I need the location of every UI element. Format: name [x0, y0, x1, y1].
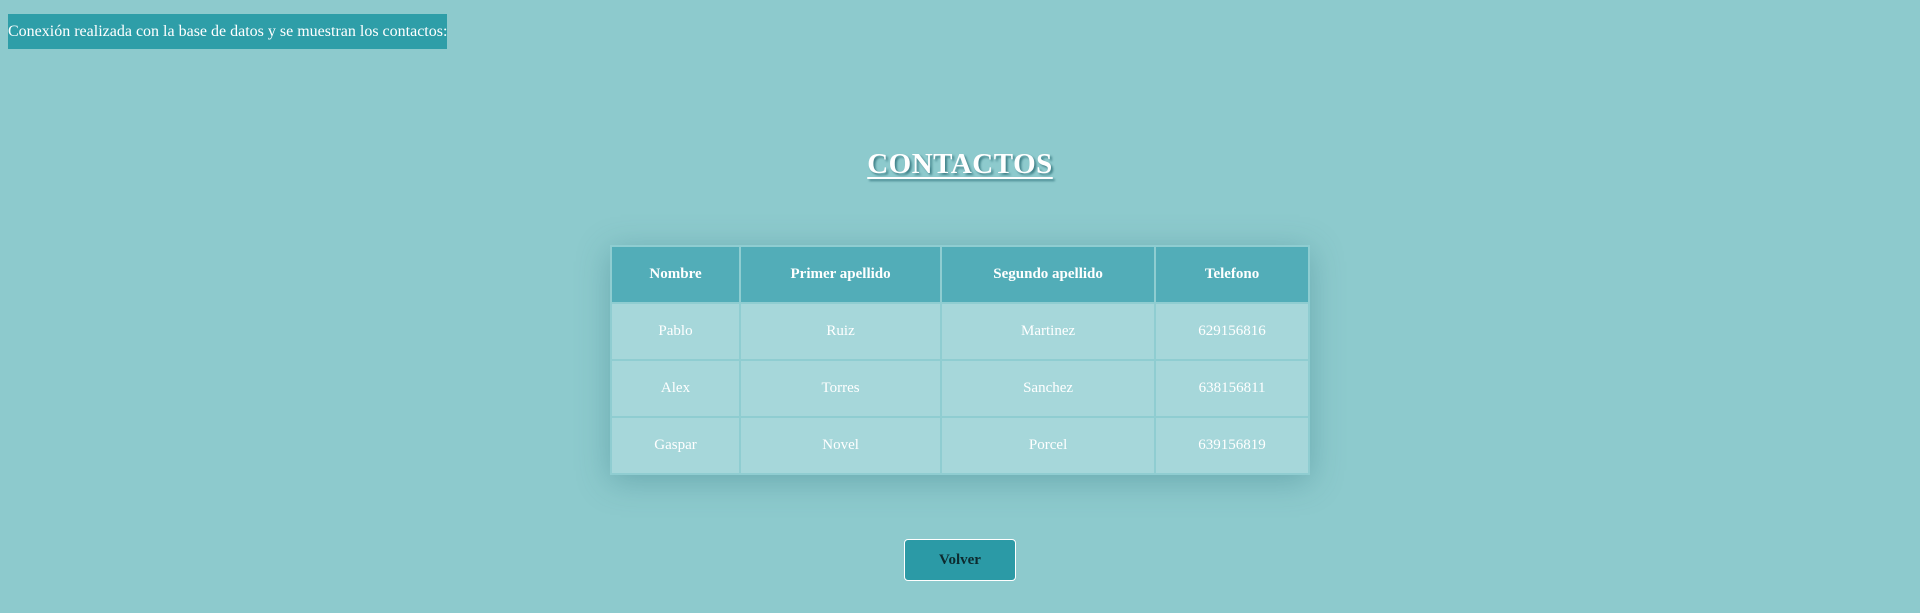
column-header-segundo-apellido: Segundo apellido: [940, 245, 1157, 304]
cell-segundo-apellido: Sanchez: [940, 359, 1157, 418]
cell-segundo-apellido: Porcel: [940, 416, 1157, 475]
back-button[interactable]: Volver: [904, 539, 1016, 581]
cell-telefono: 639156819: [1154, 416, 1310, 475]
cell-telefono: 638156811: [1154, 359, 1310, 418]
table-body: Pablo Ruiz Martinez 629156816 Alex Torre…: [609, 302, 1310, 475]
table-row: Gaspar Novel Porcel 639156819: [609, 416, 1310, 475]
table-header: Nombre Primer apellido Segundo apellido …: [609, 245, 1310, 304]
cell-telefono: 629156816: [1154, 302, 1310, 361]
cell-primer-apellido: Ruiz: [739, 302, 943, 361]
cell-primer-apellido: Novel: [739, 416, 943, 475]
page-title: CONTACTOS: [867, 148, 1053, 180]
page: Conexión realizada con la base de datos …: [0, 0, 1920, 613]
table-row: Pablo Ruiz Martinez 629156816: [609, 302, 1310, 361]
cell-nombre: Gaspar: [609, 416, 742, 475]
cell-nombre: Alex: [609, 359, 742, 418]
connection-status-message: Conexión realizada con la base de datos …: [8, 14, 447, 49]
cell-segundo-apellido: Martinez: [940, 302, 1157, 361]
table-row: Alex Torres Sanchez 638156811: [609, 359, 1310, 418]
cell-nombre: Pablo: [609, 302, 742, 361]
table-header-row: Nombre Primer apellido Segundo apellido …: [609, 245, 1310, 304]
cell-primer-apellido: Torres: [739, 359, 943, 418]
column-header-nombre: Nombre: [609, 245, 742, 304]
column-header-telefono: Telefono: [1154, 245, 1310, 304]
contacts-table: Nombre Primer apellido Segundo apellido …: [609, 245, 1310, 475]
column-header-primer-apellido: Primer apellido: [739, 245, 943, 304]
